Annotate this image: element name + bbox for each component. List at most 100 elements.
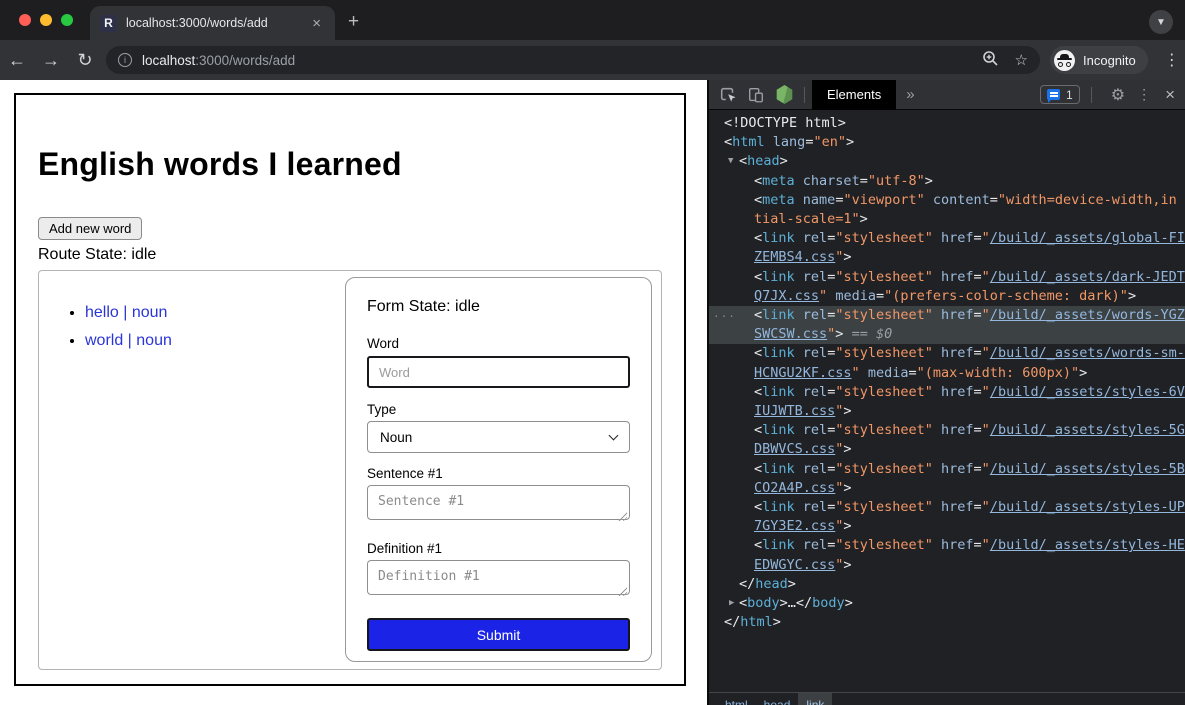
code-line[interactable]: IUJWTB.css"> <box>709 402 1185 421</box>
code-token: lang <box>773 134 806 150</box>
stylesheet-href-link[interactable]: HCNGU2KF.css <box>754 365 852 381</box>
stylesheet-href-link[interactable]: /build/_assets/styles-6V <box>990 384 1185 400</box>
code-line[interactable]: CO2A4P.css"> <box>709 479 1185 498</box>
code-line[interactable]: ZEMBS4.css"> <box>709 248 1185 267</box>
code-token: link <box>762 422 795 438</box>
browser-window: R localhost:3000/words/add × + ▼ ← → ↻ i… <box>0 0 1185 705</box>
code-line[interactable]: <link rel="stylesheet" href="/build/_ass… <box>709 229 1185 248</box>
device-toolbar-icon[interactable] <box>747 86 765 104</box>
code-line[interactable]: <html lang="en"> <box>709 133 1185 152</box>
word-link-world[interactable]: world | noun <box>85 332 172 349</box>
code-line[interactable]: <meta charset="utf-8"> <box>709 172 1185 191</box>
expand-arrow-icon[interactable]: ▶ <box>729 594 734 613</box>
stylesheet-href-link[interactable]: SWCSW.css <box>754 326 827 342</box>
code-line[interactable]: tial-scale=1"> <box>709 210 1185 229</box>
inspect-element-icon[interactable] <box>719 86 737 104</box>
code-line[interactable]: <!DOCTYPE html> <box>709 114 1185 133</box>
devtools-close-icon[interactable]: × <box>1165 85 1175 105</box>
code-token: " <box>982 384 990 400</box>
stylesheet-href-link[interactable]: Q7JX.css <box>754 288 819 304</box>
code-line[interactable]: </html> <box>709 613 1185 632</box>
issues-counter[interactable]: 1 <box>1040 85 1080 104</box>
breadcrumb-link[interactable]: link <box>798 693 832 705</box>
close-window-button[interactable] <box>19 14 31 26</box>
code-line[interactable]: 7GY3E2.css"> <box>709 517 1185 536</box>
stylesheet-href-link[interactable]: /build/_assets/styles-5B <box>990 461 1185 477</box>
code-token: = <box>974 499 982 515</box>
code-line[interactable]: ▼<head> <box>709 152 1185 171</box>
chrome-menu-icon[interactable]: ⋮ <box>1160 50 1184 70</box>
code-line[interactable]: Q7JX.css" media="(prefers-color-scheme: … <box>709 287 1185 306</box>
code-line[interactable]: EDWGYC.css"> <box>709 556 1185 575</box>
code-line[interactable]: SWCSW.css"> == $0 <box>709 325 1185 344</box>
add-new-word-button[interactable]: Add new word <box>38 217 142 240</box>
code-line[interactable]: <link rel="stylesheet" href="/build/_ass… <box>709 536 1185 555</box>
stylesheet-href-link[interactable]: /build/_assets/words-YGZ <box>990 307 1185 323</box>
code-token: html <box>732 134 765 150</box>
code-line[interactable]: HCNGU2KF.css" media="(max-width: 600px)"… <box>709 364 1185 383</box>
stylesheet-href-link[interactable]: /build/_assets/styles-UP <box>990 499 1185 515</box>
tab-elements[interactable]: Elements <box>812 80 896 110</box>
browser-tab[interactable]: R localhost:3000/words/add × <box>90 6 335 40</box>
stylesheet-href-link[interactable]: /build/_assets/dark-JEDT <box>990 269 1185 285</box>
stylesheet-href-link[interactable]: IUJWTB.css <box>754 403 835 419</box>
nodejs-icon[interactable] <box>776 85 793 104</box>
type-select[interactable]: Noun <box>367 421 630 453</box>
zoom-window-button[interactable] <box>61 14 73 26</box>
code-line[interactable]: <link rel="stylesheet" href="/build/_ass… <box>709 344 1185 363</box>
stylesheet-href-link[interactable]: DBWVCS.css <box>754 441 835 457</box>
code-line[interactable]: <link rel="stylesheet" href="/build/_ass… <box>709 268 1185 287</box>
code-line[interactable]: <meta name="viewport" content="width=dev… <box>709 191 1185 210</box>
code-token: name <box>803 192 836 208</box>
back-icon[interactable]: ← <box>0 50 34 71</box>
toolbar-divider <box>1091 87 1092 103</box>
stylesheet-href-link[interactable]: EDWGYC.css <box>754 557 835 573</box>
url-path: :3000/words/add <box>195 53 295 68</box>
forward-icon[interactable]: → <box>34 50 68 71</box>
zoom-icon[interactable] <box>981 49 999 72</box>
stylesheet-href-link[interactable]: /build/_assets/global-FI <box>990 230 1185 246</box>
bookmark-star-icon[interactable]: ☆ <box>1015 51 1028 69</box>
stylesheet-href-link[interactable]: /build/_assets/words-sm- <box>990 345 1185 361</box>
minimize-window-button[interactable] <box>40 14 52 26</box>
code-token: rel <box>803 499 827 515</box>
stylesheet-href-link[interactable]: ZEMBS4.css <box>754 249 835 265</box>
settings-gear-icon[interactable]: ⚙ <box>1111 85 1125 105</box>
stylesheet-href-link[interactable]: 7GY3E2.css <box>754 518 835 534</box>
code-line[interactable]: <link rel="stylesheet" href="/build/_ass… <box>709 460 1185 479</box>
definition-textarea[interactable] <box>367 560 630 595</box>
code-line[interactable]: DBWVCS.css"> <box>709 440 1185 459</box>
collapse-arrow-icon[interactable]: ▼ <box>728 152 733 171</box>
code-line[interactable]: ...<link rel="stylesheet" href="/build/_… <box>709 306 1185 325</box>
code-token: link <box>762 461 795 477</box>
stylesheet-href-link[interactable]: /build/_assets/styles-5G <box>990 422 1185 438</box>
site-info-icon[interactable]: i <box>118 53 132 67</box>
stylesheet-href-link[interactable]: CO2A4P.css <box>754 480 835 496</box>
devtools-menu-icon[interactable]: ⋮ <box>1137 86 1151 103</box>
submit-button[interactable]: Submit <box>367 618 630 651</box>
code-token: < <box>724 134 732 150</box>
more-tabs-icon[interactable]: » <box>906 86 914 103</box>
breadcrumb-html[interactable]: html <box>717 693 756 705</box>
code-line[interactable]: <link rel="stylesheet" href="/build/_ass… <box>709 498 1185 517</box>
node-options-ellipsis-icon[interactable]: ... <box>713 304 736 323</box>
stylesheet-href-link[interactable]: /build/_assets/styles-HE <box>990 537 1185 553</box>
sentence-textarea[interactable] <box>367 485 630 520</box>
tab-overview-button[interactable]: ▼ <box>1149 10 1173 34</box>
code-line[interactable]: <link rel="stylesheet" href="/build/_ass… <box>709 383 1185 402</box>
word-link-hello[interactable]: hello | noun <box>85 304 167 321</box>
code-token: = <box>974 461 982 477</box>
word-input[interactable] <box>367 356 630 388</box>
code-line[interactable]: ▶<body>…</body> <box>709 594 1185 613</box>
code-token: = <box>974 345 982 361</box>
code-token: > <box>773 614 781 630</box>
page-title: English words I learned <box>38 146 662 183</box>
breadcrumb-head[interactable]: head <box>756 693 799 705</box>
code-line[interactable]: <link rel="stylesheet" href="/build/_ass… <box>709 421 1185 440</box>
address-bar[interactable]: i localhost:3000/words/add ☆ <box>106 46 1040 74</box>
reload-icon[interactable]: ↻ <box>68 50 102 71</box>
code-line[interactable]: </head> <box>709 575 1185 594</box>
new-tab-button[interactable]: + <box>348 12 359 31</box>
tab-close-icon[interactable]: × <box>308 14 325 33</box>
url-text: localhost:3000/words/add <box>142 53 295 68</box>
